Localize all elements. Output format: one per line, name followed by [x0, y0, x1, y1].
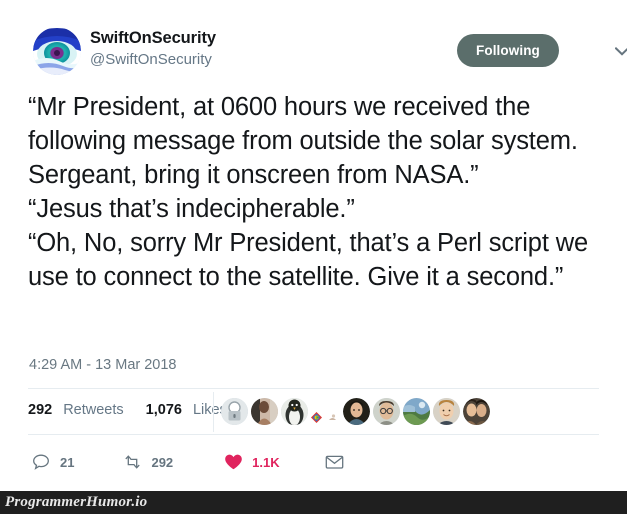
- photo-avatar-icon: [343, 398, 370, 425]
- reply-icon: [30, 451, 52, 473]
- lock-badge-icon: [221, 398, 248, 425]
- liker-avatar-8[interactable]: [403, 398, 430, 425]
- eye-avatar-icon: [33, 27, 81, 75]
- liker-facepile: [221, 389, 493, 434]
- retweets-count: 292: [28, 402, 53, 418]
- retweet-icon: [121, 451, 143, 473]
- tweet-card: SwiftOnSecurity @SwiftOnSecurity Followi…: [0, 0, 627, 491]
- tweet-options-caret[interactable]: [611, 40, 627, 62]
- penguin-avatar-icon: [281, 398, 308, 425]
- reply-action[interactable]: 21: [30, 451, 74, 473]
- liker-avatar-5[interactable]: [327, 412, 338, 423]
- author-name-block[interactable]: SwiftOnSecurity @SwiftOnSecurity: [90, 28, 216, 70]
- author-display-name: SwiftOnSecurity: [90, 29, 216, 47]
- likes-count: 1,076: [145, 402, 182, 418]
- reply-count: 21: [60, 454, 75, 470]
- likes-stat[interactable]: 1,076 Likes: [146, 402, 227, 418]
- retweets-label: Retweets: [63, 402, 124, 418]
- liker-avatar-9[interactable]: [433, 398, 460, 425]
- retweet-count: 292: [151, 454, 174, 470]
- watermark-label: ProgrammerHumor.io: [5, 494, 148, 510]
- avatar[interactable]: [33, 27, 81, 75]
- watermark-bar: ProgrammerHumor.io: [0, 491, 627, 514]
- screenshot-root: SwiftOnSecurity @SwiftOnSecurity Followi…: [0, 0, 627, 514]
- tweet-body-text: “Mr President, at 0600 hours we received…: [28, 93, 588, 291]
- liker-avatar-6[interactable]: [343, 398, 370, 425]
- liker-avatar-7[interactable]: [373, 398, 400, 425]
- tweet-timestamp[interactable]: 4:29 AM - 13 Mar 2018: [29, 357, 177, 373]
- photo-avatar-icon: [251, 398, 278, 425]
- like-action[interactable]: 1.1K: [222, 451, 280, 473]
- share-dm-action[interactable]: [324, 451, 346, 473]
- liker-avatar-4[interactable]: [311, 412, 322, 423]
- heart-icon: [222, 451, 244, 473]
- envelope-icon: [324, 451, 346, 473]
- stats-vertical-divider: [213, 392, 214, 432]
- photo-avatar-icon: [433, 398, 460, 425]
- tweet-header: SwiftOnSecurity @SwiftOnSecurity Followi…: [33, 27, 627, 77]
- stats-counts: 292 Retweets 1,076 Likes: [28, 402, 227, 418]
- liker-avatar-1[interactable]: [221, 398, 248, 425]
- photo-avatar-glasses-icon: [373, 398, 400, 425]
- liker-avatar-10[interactable]: [463, 398, 490, 425]
- following-button[interactable]: Following: [457, 34, 559, 67]
- like-count: 1.1K: [252, 454, 280, 470]
- tweet-action-bar: 21 292 1.1K: [30, 442, 346, 482]
- tiny-colorful-avatar-icon: [311, 412, 322, 423]
- chevron-down-icon: [615, 46, 627, 56]
- tiny-faded-avatar-icon: [327, 412, 338, 423]
- liker-avatar-2[interactable]: [251, 398, 278, 425]
- tweet-stats-row: 292 Retweets 1,076 Likes: [28, 389, 599, 434]
- stats-divider-bottom: [28, 434, 599, 435]
- liker-avatar-3[interactable]: [281, 398, 308, 425]
- retweet-action[interactable]: 292: [121, 451, 173, 473]
- retweets-stat[interactable]: 292 Retweets: [28, 402, 124, 418]
- photo-couple-avatar-icon: [463, 398, 490, 425]
- photo-landscape-avatar-icon: [403, 398, 430, 425]
- author-handle: @SwiftOnSecurity: [90, 51, 212, 68]
